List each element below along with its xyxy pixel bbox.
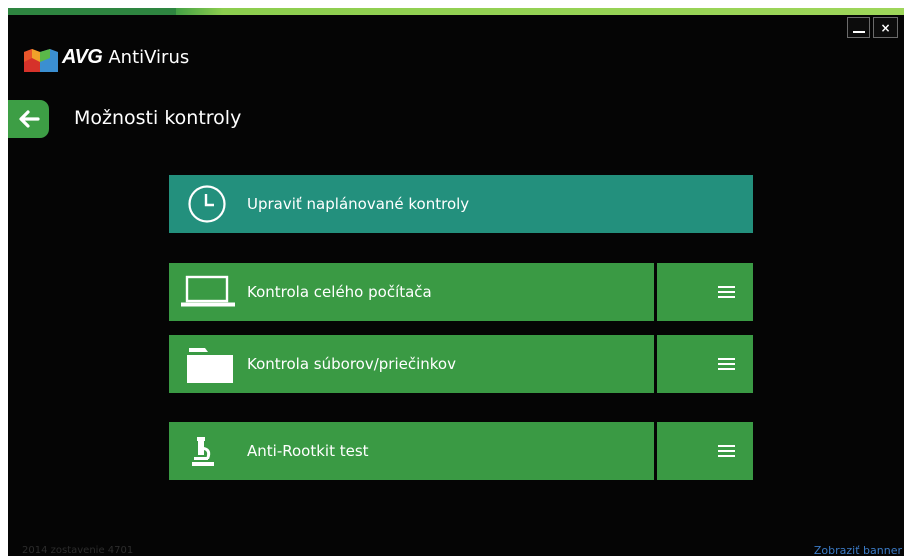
minimize-button[interactable] [847, 17, 870, 38]
hamburger-icon [718, 355, 735, 373]
whole-computer-scan-button[interactable]: Kontrola celého počítača [169, 263, 654, 321]
hamburger-icon [718, 442, 735, 460]
whole-computer-scan-label: Kontrola celého počítača [247, 283, 432, 301]
edit-scheduled-scans-button[interactable]: Upraviť naplánované kontroly [169, 175, 753, 233]
avg-logo-icon [24, 49, 58, 72]
anti-rootkit-settings-button[interactable] [657, 422, 753, 480]
version-text: 2014 zostavenie 4701 [22, 545, 134, 556]
show-banner-link[interactable]: Zobraziť banner [814, 544, 902, 556]
anti-rootkit-scan-button[interactable]: Anti-Rootkit test [169, 422, 654, 480]
clock-icon [187, 184, 227, 224]
brand-logo-text: AVG [62, 46, 103, 68]
brand-name: AVG AntiVirus [62, 46, 189, 74]
folder-icon [185, 346, 235, 384]
close-icon: × [880, 20, 891, 35]
hamburger-icon [718, 283, 735, 301]
microscope-icon [189, 435, 217, 467]
back-button[interactable] [8, 100, 49, 138]
laptop-icon [179, 275, 237, 309]
close-button[interactable]: × [873, 17, 898, 38]
page-title: Možnosti kontroly [74, 107, 242, 129]
files-folders-scan-label: Kontrola súborov/priečinkov [247, 355, 456, 373]
files-folders-settings-button[interactable] [657, 335, 753, 393]
files-folders-scan-button[interactable]: Kontrola súborov/priečinkov [169, 335, 654, 393]
app-window: × AVG AntiVirus Možnosti kontroly Upravi… [8, 8, 904, 556]
top-accent-stripe [8, 8, 904, 15]
anti-rootkit-scan-label: Anti-Rootkit test [247, 442, 369, 460]
whole-computer-settings-button[interactable] [657, 263, 753, 321]
arrow-left-icon [18, 110, 40, 128]
minimize-icon [852, 30, 865, 33]
product-name: AntiVirus [108, 47, 190, 68]
edit-scheduled-scans-label: Upraviť naplánované kontroly [247, 195, 470, 213]
